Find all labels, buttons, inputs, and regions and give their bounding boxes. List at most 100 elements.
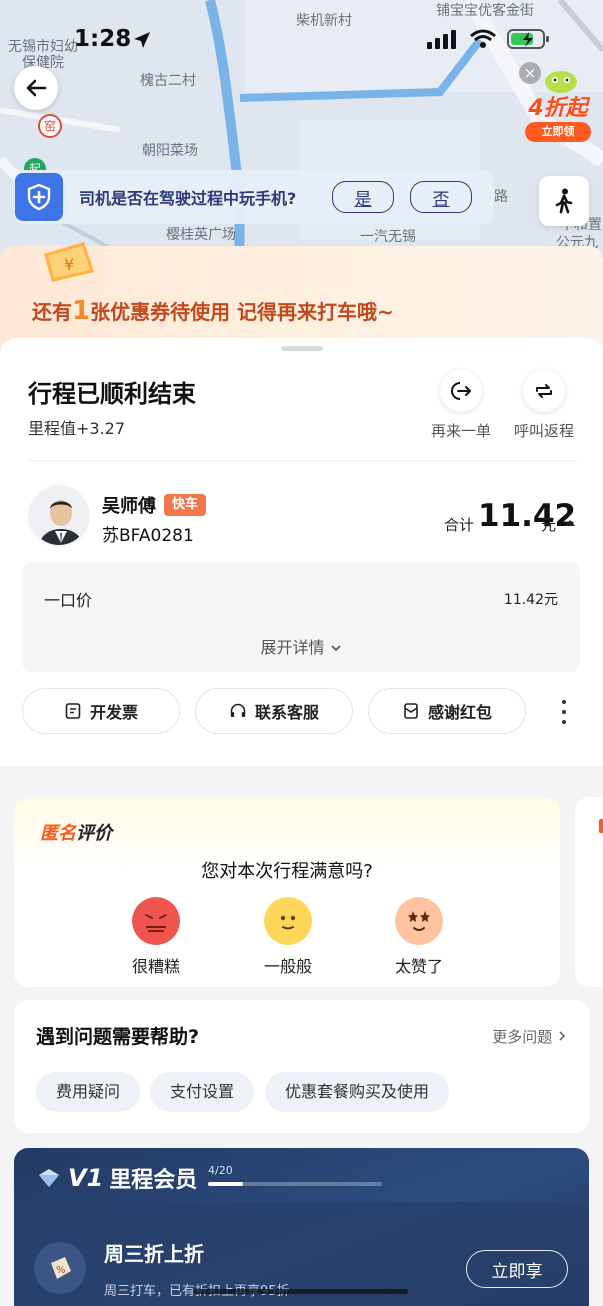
map-label: 一汽无锡 bbox=[360, 229, 416, 245]
map-label: 路 bbox=[494, 189, 508, 205]
trip-status-title: 行程已顺利结束 bbox=[28, 380, 196, 408]
walk-button[interactable] bbox=[539, 176, 589, 226]
rating-question: 您对本次行程满意吗? bbox=[201, 861, 373, 882]
help-title: 遇到问题需要帮助? bbox=[36, 1026, 200, 1048]
help-chip-package[interactable]: 优惠套餐购买及使用 bbox=[265, 1072, 450, 1112]
status-time: 1:28 bbox=[74, 26, 132, 52]
divider bbox=[28, 460, 577, 461]
walking-person-icon bbox=[555, 188, 573, 214]
contact-service-label: 联系客服 bbox=[254, 703, 319, 722]
contact-service-button[interactable]: 联系客服 bbox=[195, 688, 353, 734]
diamond-icon bbox=[39, 1169, 59, 1187]
promo-cta-button[interactable]: 立即领 bbox=[525, 122, 591, 142]
thanks-tip-button[interactable]: 感谢红包 bbox=[368, 688, 526, 734]
reorder-label: 再来一单 bbox=[431, 422, 492, 440]
safety-question-bar: 司机是否在驾驶过程中玩手机? 是 否 bbox=[14, 170, 494, 224]
coupon-prefix: 还有 bbox=[32, 300, 72, 324]
rating-ok-label[interactable]: 一般般 bbox=[248, 953, 328, 977]
driver-avatar[interactable] bbox=[28, 485, 90, 547]
expand-details-label: 展开详情 bbox=[260, 638, 325, 657]
thanks-tip-label: 感谢红包 bbox=[427, 703, 492, 722]
rating-bad-label[interactable]: 很糟糕 bbox=[116, 953, 196, 977]
star-eyes-face-icon[interactable] bbox=[395, 897, 443, 945]
member-offer-title: 周三折上折 bbox=[104, 1242, 204, 1266]
reorder-button[interactable] bbox=[440, 370, 482, 412]
driver-name: 吴师傅 bbox=[102, 496, 156, 517]
safety-question-text: 司机是否在驾驶过程中玩手机? bbox=[79, 189, 297, 208]
neutral-face-icon[interactable] bbox=[264, 897, 312, 945]
svg-text:%: % bbox=[56, 1265, 66, 1276]
fare-details: 一口价 11.42元 展开详情 bbox=[22, 562, 580, 672]
member-level: V1 bbox=[68, 1164, 104, 1192]
expand-details-button[interactable]: 展开详情 bbox=[22, 634, 580, 658]
peek-accent bbox=[599, 819, 603, 833]
angry-face-icon[interactable] bbox=[132, 897, 180, 945]
anonymous-rating-label: 匿名评价 bbox=[40, 819, 112, 845]
wifi-icon bbox=[470, 29, 496, 48]
membership-title: V1 里程会员 bbox=[36, 1162, 197, 1194]
coupon-count: 1 bbox=[72, 296, 91, 326]
total-unit: 元 bbox=[541, 516, 557, 534]
help-chip-payment[interactable]: 支付设置 bbox=[150, 1072, 255, 1112]
answer-yes-button[interactable]: 是 bbox=[332, 181, 394, 213]
fare-item-value: 11.42元 bbox=[503, 592, 558, 608]
car-type-badge: 快车 bbox=[164, 494, 207, 516]
arrow-left-icon bbox=[26, 79, 47, 97]
more-questions-link[interactable]: 更多问题 bbox=[492, 1026, 567, 1047]
trip-summary-card: 行程已顺利结束 里程值+3.27 再来一单 呼叫返程 吴师傅 快车 苏BFA02… bbox=[0, 338, 603, 766]
chevron-down-icon bbox=[330, 645, 341, 652]
total-label: 合计 bbox=[444, 516, 475, 534]
anonymous-label-a: 匿名 bbox=[40, 823, 76, 844]
caret-up-icon[interactable] bbox=[565, 520, 575, 526]
help-card: 遇到问题需要帮助? 更多问题 费用疑问 支付设置 优惠套餐购买及使用 bbox=[14, 1000, 589, 1133]
more-questions-label: 更多问题 bbox=[492, 1028, 553, 1046]
red-envelope-icon bbox=[404, 703, 418, 719]
sheet-grabber[interactable] bbox=[281, 346, 323, 351]
license-plate: 苏BFA0281 bbox=[102, 526, 194, 546]
next-card-peek[interactable] bbox=[575, 797, 603, 987]
shield-plus-icon bbox=[15, 173, 63, 221]
map-label: 槐古二村 bbox=[140, 73, 196, 89]
chevron-right-icon bbox=[559, 1031, 566, 1041]
coupon-suffix: 张优惠券待使用 记得再来打车哦~ bbox=[90, 300, 394, 324]
location-arrow-icon bbox=[134, 32, 150, 48]
total-amount: 11.42 bbox=[478, 498, 577, 534]
status-bar: 1:28 bbox=[0, 0, 603, 70]
more-options-icon[interactable] bbox=[560, 700, 568, 724]
invoice-button[interactable]: 开发票 bbox=[22, 688, 180, 734]
exit-arrow-icon bbox=[451, 382, 471, 400]
fare-item-name: 一口价 bbox=[44, 591, 93, 610]
member-title-text: 里程会员 bbox=[109, 1168, 198, 1193]
back-button[interactable] bbox=[14, 66, 58, 110]
receipt-icon bbox=[65, 703, 81, 719]
coupon-icon: ¥ bbox=[44, 242, 94, 282]
status-icons bbox=[427, 28, 551, 50]
promo-text: 4折起 bbox=[528, 96, 588, 121]
map-label: 樱桂英广场 bbox=[166, 227, 236, 243]
anonymous-label-b: 评价 bbox=[76, 823, 112, 844]
return-trip-button[interactable] bbox=[523, 370, 565, 412]
member-claim-button[interactable]: 立即享 bbox=[466, 1250, 568, 1288]
map-label: 朝阳菜场 bbox=[142, 143, 198, 159]
promo-close-button[interactable]: × bbox=[519, 62, 541, 84]
coupon-text: 还有1张优惠券待使用 记得再来打车哦~ bbox=[32, 296, 394, 326]
signal-icon bbox=[427, 30, 456, 49]
member-progress-bar bbox=[208, 1182, 382, 1186]
help-chip-fee[interactable]: 费用疑问 bbox=[36, 1072, 141, 1112]
discount-coupon-icon: % bbox=[34, 1242, 86, 1294]
battery-icon bbox=[507, 29, 549, 49]
headset-icon bbox=[230, 703, 246, 717]
membership-card[interactable]: V1 里程会员 4/20 % 周三折上折 周三打车，已有折扣上再享95折 立即享 bbox=[14, 1148, 589, 1306]
driver-photo-icon bbox=[30, 487, 88, 545]
home-indicator bbox=[194, 1289, 408, 1294]
rating-card: 匿名评价 您对本次行程满意吗? 很糟糕 一般般 太赞了 bbox=[14, 797, 560, 987]
return-trip-label: 呼叫返程 bbox=[514, 422, 575, 440]
swap-arrows-icon bbox=[536, 384, 552, 398]
rating-great-label[interactable]: 太赞了 bbox=[379, 953, 459, 977]
map-label: 窑 bbox=[38, 114, 62, 138]
answer-no-button[interactable]: 否 bbox=[410, 181, 472, 213]
svg-text:¥: ¥ bbox=[64, 255, 74, 274]
member-progress-fill bbox=[208, 1182, 243, 1186]
mileage-value: 里程值+3.27 bbox=[28, 419, 126, 438]
invoice-label: 开发票 bbox=[89, 703, 138, 722]
